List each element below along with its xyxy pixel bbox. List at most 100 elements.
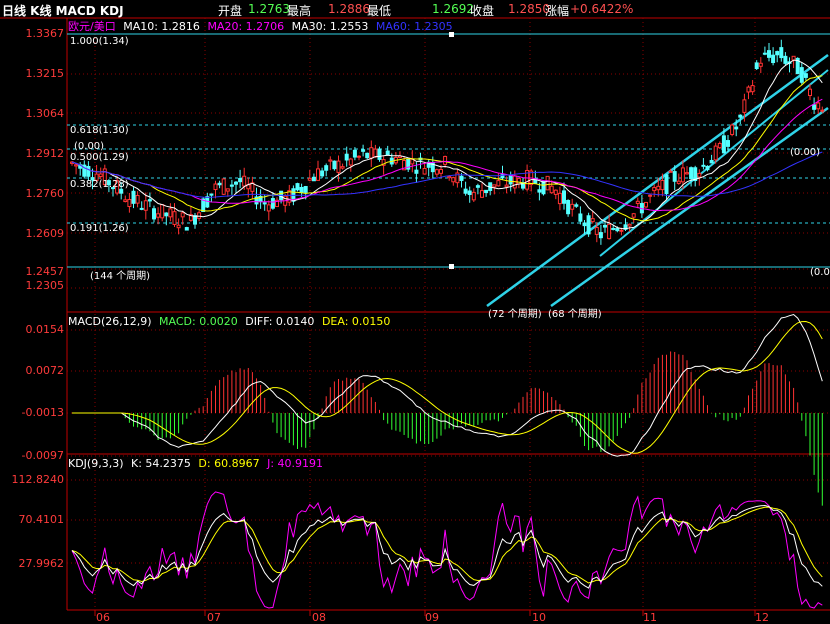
candle xyxy=(779,47,784,59)
candle xyxy=(238,178,243,183)
candle xyxy=(184,227,189,231)
candle xyxy=(229,184,234,187)
candle xyxy=(660,179,665,191)
candle xyxy=(701,164,706,167)
candle xyxy=(209,193,214,196)
fib-label: 0.618(1.30) xyxy=(70,125,129,136)
dea-value: DEA: 0.0150 xyxy=(321,315,391,328)
candle xyxy=(689,167,694,180)
candle xyxy=(746,86,751,93)
candle xyxy=(221,178,226,195)
candle xyxy=(721,135,726,154)
candle xyxy=(361,149,366,152)
j-line xyxy=(71,491,823,609)
candle xyxy=(98,173,103,177)
candle xyxy=(656,185,661,191)
candle xyxy=(783,55,788,64)
candle xyxy=(414,169,419,174)
candle xyxy=(758,62,763,67)
candle xyxy=(652,187,657,192)
candle xyxy=(598,232,603,239)
candle xyxy=(750,85,755,93)
candle xyxy=(463,188,468,194)
month-label: 06 xyxy=(96,611,110,624)
candle xyxy=(578,213,583,222)
candle xyxy=(299,187,304,193)
chart-canvas[interactable] xyxy=(0,0,830,624)
candle xyxy=(799,67,804,83)
candle xyxy=(771,54,776,64)
candle xyxy=(685,172,689,175)
diff-line xyxy=(72,313,823,457)
ma30-label: MA30: 1.2553 xyxy=(291,20,369,33)
period-label: (0.0 xyxy=(810,267,830,278)
candle xyxy=(635,200,640,204)
period-label: (72 个周期) xyxy=(488,309,542,320)
candle xyxy=(734,126,739,130)
price-tick: 1.2305 xyxy=(25,279,65,292)
month-label: 07 xyxy=(207,611,221,624)
candle xyxy=(352,149,357,158)
candle xyxy=(127,199,132,207)
candle xyxy=(697,172,702,178)
price-tick: 1.3367 xyxy=(25,27,65,40)
candle xyxy=(816,102,821,110)
candle xyxy=(574,204,579,207)
candle xyxy=(336,160,341,173)
candle xyxy=(266,204,271,212)
price-tick: 1.2912 xyxy=(25,147,65,160)
candle xyxy=(553,189,558,195)
macd-tick: -0.0013 xyxy=(21,406,64,419)
candle xyxy=(295,183,300,191)
candle xyxy=(566,199,571,215)
diff-value: DIFF: 0.0140 xyxy=(245,315,315,328)
candle xyxy=(484,189,489,194)
candle xyxy=(172,211,177,225)
symbol-label: 欧元/美口 xyxy=(68,20,116,33)
candle xyxy=(217,182,222,186)
period-label: (68 个周期) xyxy=(548,309,602,320)
price-tick: 1.3064 xyxy=(25,107,65,120)
price-tick: 1.2457 xyxy=(25,265,65,278)
candle xyxy=(152,208,156,220)
candle xyxy=(475,185,480,188)
candle xyxy=(447,175,452,179)
month-label: 09 xyxy=(425,611,439,624)
candle xyxy=(648,194,653,197)
candle xyxy=(754,62,759,70)
candle xyxy=(742,99,747,113)
j-value: J: 40.9191 xyxy=(267,457,324,470)
month-label: 08 xyxy=(312,611,326,624)
ma10-label: MA10: 1.2816 xyxy=(123,20,200,33)
candle xyxy=(631,213,636,218)
candle xyxy=(496,180,501,187)
candle xyxy=(676,180,681,184)
candle xyxy=(74,164,79,167)
candle xyxy=(726,140,730,147)
candle xyxy=(213,183,218,191)
candle xyxy=(135,194,140,204)
kdj-tick: 112.8240 xyxy=(11,473,65,486)
candle xyxy=(324,165,329,171)
candle xyxy=(680,167,685,183)
candle xyxy=(357,155,361,158)
candle xyxy=(234,181,238,185)
candle xyxy=(443,155,448,165)
candle xyxy=(709,159,714,164)
month-label: 10 xyxy=(532,611,546,624)
candle xyxy=(311,176,316,182)
candle xyxy=(139,207,144,210)
kdj-legend: KDJ(9,3,3) K: 54.2375 D: 60.8967 J: 40.9… xyxy=(68,457,327,470)
macd-tick: -0.0097 xyxy=(21,449,64,462)
candle xyxy=(627,223,632,227)
candle xyxy=(803,73,808,78)
candle xyxy=(373,148,378,158)
macd-tick: 0.0072 xyxy=(25,364,65,377)
candle xyxy=(644,201,648,208)
candle xyxy=(369,147,374,159)
candle xyxy=(467,190,472,195)
candle xyxy=(434,169,439,175)
month-label: 12 xyxy=(755,611,769,624)
macd-value: MACD: 0.0020 xyxy=(159,315,238,328)
candle xyxy=(549,185,554,194)
